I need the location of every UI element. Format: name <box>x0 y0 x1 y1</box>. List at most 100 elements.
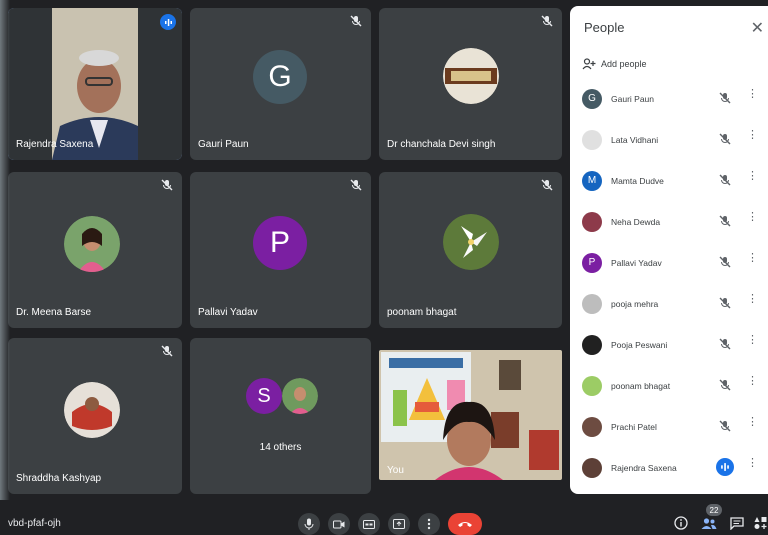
captions-icon <box>363 519 375 529</box>
mic-off-icon[interactable] <box>718 173 732 187</box>
participant-name: Dr. Meena Barse <box>16 307 92 318</box>
mic-off-icon <box>161 345 173 357</box>
close-icon[interactable]: ✕ <box>751 18 764 38</box>
others-count-label: 14 others <box>259 442 302 453</box>
mic-off-icon <box>350 179 362 191</box>
add-person-icon <box>582 58 596 70</box>
participant-row[interactable]: pooja mehra ⋮ <box>570 283 768 324</box>
chat-button[interactable] <box>728 514 746 532</box>
people-panel: People ✕ Add people G Gauri Paun ⋮ Lata Vid… <box>570 6 768 494</box>
video-tile-pallavi[interactable]: P Pallavi Yadav <box>190 172 371 328</box>
mic-off-icon <box>541 15 553 27</box>
more-vert-icon[interactable]: ⋮ <box>747 130 758 141</box>
chat-icon <box>730 516 744 530</box>
self-video <box>379 350 562 480</box>
avatar: M <box>582 170 602 191</box>
edge-shadow <box>0 0 10 534</box>
participant-row[interactable]: M Mamta Dudve ⋮ <box>570 160 768 201</box>
more-vert-icon[interactable]: ⋮ <box>747 335 758 346</box>
activities-button[interactable] <box>752 514 768 532</box>
speaking-indicator-icon <box>160 14 176 30</box>
more-vert-icon[interactable]: ⋮ <box>747 417 758 428</box>
participant-name: You <box>387 465 404 476</box>
camera-icon <box>333 520 345 528</box>
participant-name: Pallavi Yadav <box>198 307 258 318</box>
info-icon <box>674 516 688 530</box>
video-tile-poonam[interactable]: poonam bhagat <box>379 172 562 328</box>
mic-off-icon[interactable] <box>718 255 732 269</box>
more-vert-icon[interactable]: ⋮ <box>747 212 758 223</box>
video-tile-others[interactable]: S 14 others <box>190 338 371 494</box>
video-tile-chanchala[interactable]: Dr chanchala Devi singh <box>379 8 562 160</box>
mic-off-icon <box>350 15 362 27</box>
avatar <box>582 293 602 314</box>
video-tile-gauri[interactable]: G Gauri Paun <box>190 8 371 160</box>
mic-off-icon[interactable] <box>718 214 732 228</box>
participant-row[interactable]: Prachi Patel ⋮ <box>570 406 768 447</box>
participant-name: pooja mehra <box>611 298 659 309</box>
more-vert-icon[interactable]: ⋮ <box>747 376 758 387</box>
participant-name: Gauri Paun <box>198 139 249 150</box>
avatar: G <box>253 50 307 104</box>
mic-off-icon[interactable] <box>718 91 732 105</box>
video-tile-rajendra[interactable]: Rajendra Saxena <box>8 8 182 160</box>
participant-name: Lata Vidhani <box>611 134 659 145</box>
participant-name: Rajendra Saxena <box>16 139 94 150</box>
video-tile-shraddha[interactable]: Shraddha Kashyap <box>8 338 182 494</box>
video-tile-self[interactable]: You <box>379 350 562 480</box>
camera-button[interactable] <box>328 513 350 535</box>
captions-button[interactable] <box>358 513 380 535</box>
participant-row[interactable]: G Gauri Paun ⋮ <box>570 78 768 119</box>
participant-name: Gauri Paun <box>611 93 654 104</box>
participant-row[interactable]: Neha Dewda ⋮ <box>570 201 768 242</box>
avatar: P <box>253 216 307 270</box>
avatar <box>582 211 602 232</box>
participant-name: Dr chanchala Devi singh <box>387 139 496 150</box>
more-vert-icon[interactable]: ⋮ <box>747 253 758 264</box>
participant-name: Pallavi Yadav <box>611 257 662 268</box>
avatar <box>443 48 499 104</box>
people-icon <box>701 517 717 529</box>
participant-count-badge: 22 <box>706 504 722 516</box>
participant-name: poonam bhagat <box>611 380 671 391</box>
avatar: G <box>582 88 602 109</box>
activities-icon <box>754 517 767 529</box>
avatar <box>582 129 602 150</box>
microphone-button[interactable] <box>298 513 320 535</box>
meeting-stage: Rajendra Saxena G Gauri Paun Dr chanchal… <box>0 0 768 534</box>
end-call-button[interactable] <box>448 513 482 535</box>
participant-name: Shraddha Kashyap <box>16 473 102 484</box>
present-screen-icon <box>393 519 405 529</box>
more-vert-icon[interactable]: ⋮ <box>747 458 758 469</box>
avatar <box>582 416 602 437</box>
mic-off-icon[interactable] <box>718 378 732 392</box>
video-tile-meena[interactable]: Dr. Meena Barse <box>8 172 182 328</box>
mic-off-icon[interactable] <box>718 296 732 310</box>
participant-row[interactable]: Rajendra Saxena ⋮ <box>570 447 768 488</box>
more-options-button[interactable] <box>418 513 440 535</box>
participant-name: Mamta Dudve <box>611 175 664 186</box>
avatar: P <box>582 252 602 273</box>
participant-video <box>8 8 182 160</box>
mic-off-icon[interactable] <box>718 132 732 146</box>
avatar <box>64 216 120 272</box>
mic-off-icon[interactable] <box>718 419 732 433</box>
participant-row[interactable]: P Pallavi Yadav ⋮ <box>570 242 768 283</box>
participant-row[interactable]: Pooja Peswani ⋮ <box>570 324 768 365</box>
participant-row[interactable]: Lata Vidhani ⋮ <box>570 119 768 160</box>
participant-name: Neha Dewda <box>611 216 661 227</box>
meeting-code: vbd-pfaf-ojh <box>8 518 61 529</box>
avatar <box>582 457 602 478</box>
participant-row[interactable]: poonam bhagat ⋮ <box>570 365 768 406</box>
more-vert-icon[interactable]: ⋮ <box>747 294 758 305</box>
avatar <box>582 334 602 355</box>
people-button[interactable] <box>700 514 718 532</box>
more-vert-icon[interactable]: ⋮ <box>747 89 758 100</box>
panel-title: People <box>584 20 625 35</box>
participant-name: poonam bhagat <box>387 307 457 318</box>
meeting-details-button[interactable] <box>672 514 690 532</box>
more-vert-icon[interactable]: ⋮ <box>747 171 758 182</box>
add-people-button[interactable]: Add people <box>582 58 647 70</box>
present-button[interactable] <box>388 513 410 535</box>
mic-off-icon[interactable] <box>718 337 732 351</box>
